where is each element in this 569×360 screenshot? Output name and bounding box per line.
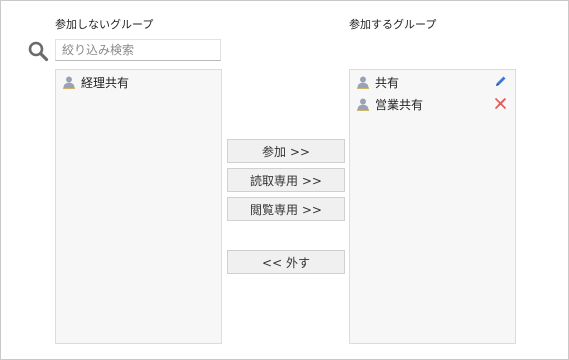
non-member-groups-list[interactable]: 経理共有 [55, 69, 222, 344]
list-item-label: 経理共有 [81, 75, 130, 90]
join-readonly-button[interactable]: 読取専用 >> [227, 168, 345, 192]
search-icon[interactable] [27, 40, 49, 62]
list-item-label: 営業共有 [375, 97, 424, 112]
list-item-group[interactable]: 共有 [350, 71, 515, 93]
user-group-icon [357, 98, 369, 111]
user-group-icon [357, 76, 369, 89]
pen-disabled-icon[interactable] [494, 97, 507, 110]
list-item-group[interactable]: 経理共有 [56, 71, 221, 93]
list-item-label: 共有 [375, 75, 400, 90]
user-group-icon [63, 76, 75, 89]
member-groups-list[interactable]: 共有 営業共有 [349, 69, 516, 344]
pen-icon[interactable] [494, 75, 507, 88]
list-item-group[interactable]: 営業共有 [350, 93, 515, 115]
join-viewonly-button[interactable]: 閲覧専用 >> [227, 197, 345, 221]
filter-search-input[interactable] [55, 39, 221, 61]
non-member-groups-label: 参加しないグループ [55, 18, 154, 31]
join-button[interactable]: 参加 >> [227, 139, 345, 163]
remove-button[interactable]: << 外す [227, 250, 345, 274]
member-groups-label: 参加するグループ [349, 18, 437, 31]
group-membership-dialog: 参加しないグループ 参加するグループ 経理共有 参加 >> 読取専用 >> 閲覧… [0, 0, 569, 360]
